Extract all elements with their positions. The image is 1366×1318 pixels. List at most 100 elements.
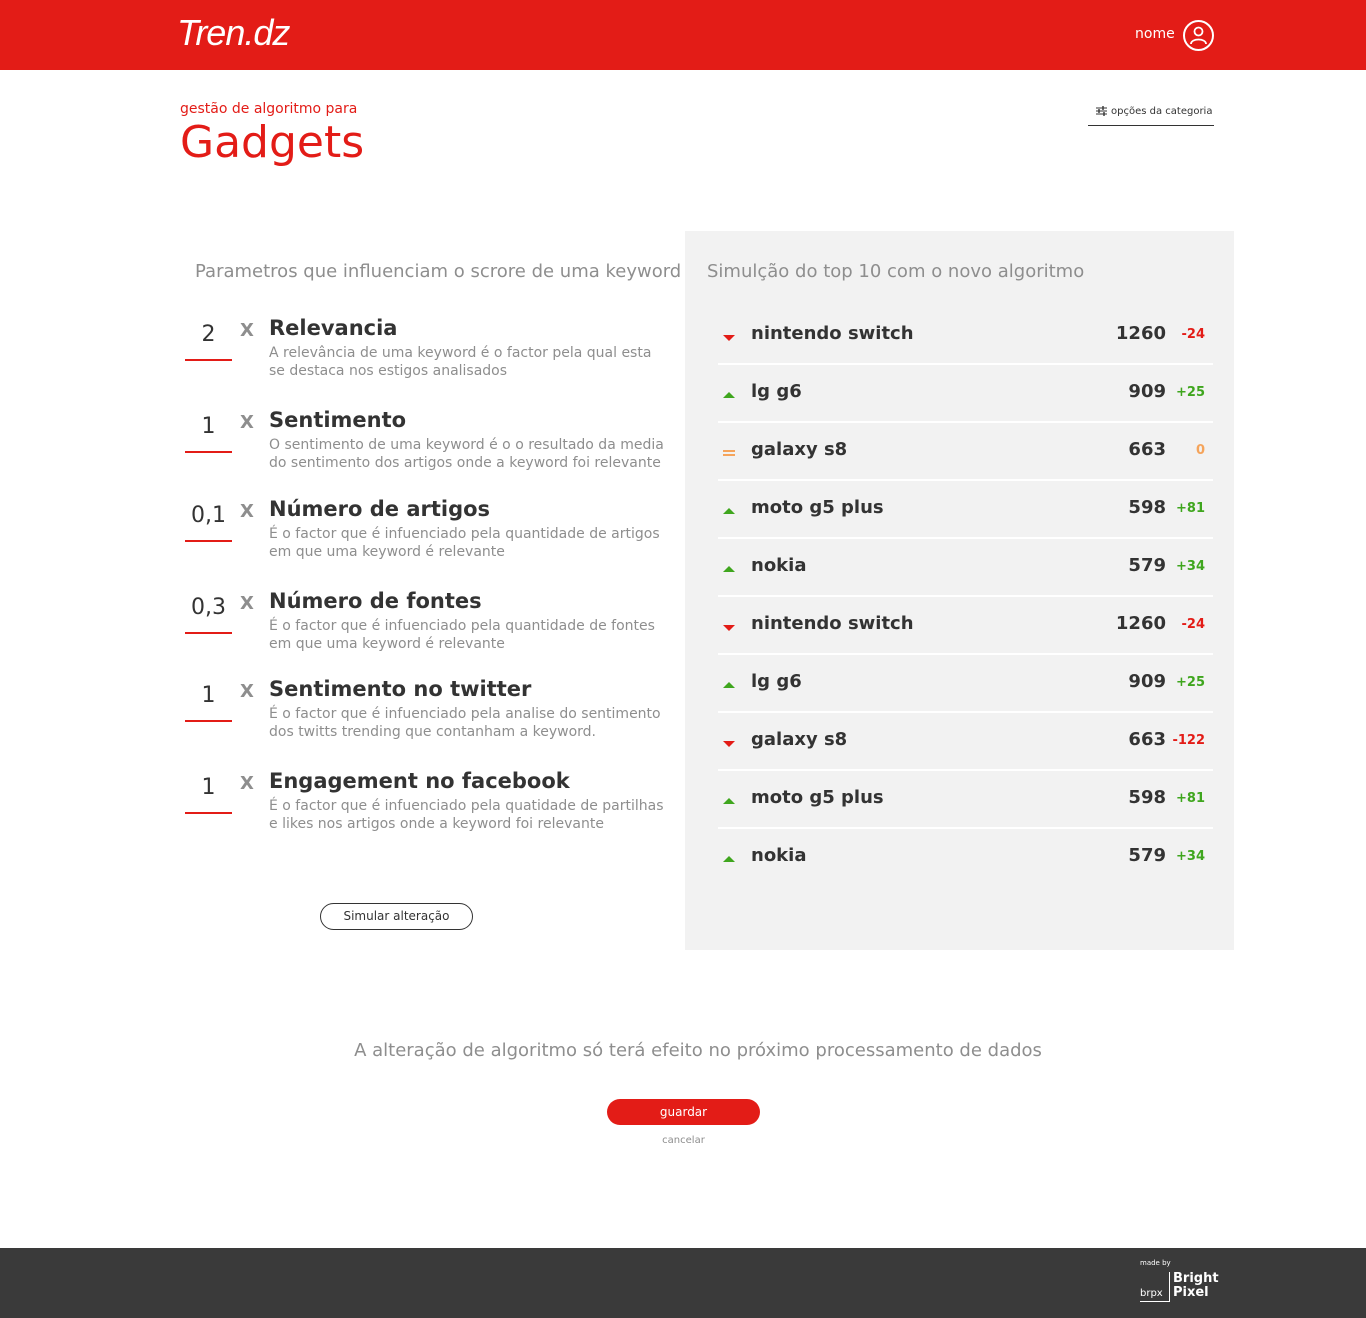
param-description: É o factor que é infuenciado pela analis… xyxy=(269,706,661,740)
keyword-label: moto g5 plus xyxy=(751,787,884,808)
save-button[interactable]: guardar xyxy=(607,1099,760,1125)
ranking-row[interactable]: moto g5 plus 598 +81 xyxy=(718,481,1213,539)
trend-equal-icon xyxy=(722,443,736,456)
user-name[interactable]: nome xyxy=(1135,26,1175,42)
made-by-label: made by xyxy=(1140,1259,1171,1267)
keyword-score: 579 xyxy=(1128,845,1166,866)
keyword-score: 579 xyxy=(1128,555,1166,576)
input-underline xyxy=(185,812,232,814)
multiply-icon: X xyxy=(240,412,254,433)
param-description: É o factor que é infuenciado pela quatid… xyxy=(269,798,664,832)
score-delta: +81 xyxy=(1176,501,1205,516)
ranking-row[interactable]: moto g5 plus 598 +81 xyxy=(718,771,1213,829)
simulation-panel: Simulção do top 10 com o novo algoritmo … xyxy=(685,231,1234,950)
user-avatar-icon[interactable] xyxy=(1183,20,1214,51)
keyword-label: lg g6 xyxy=(751,671,802,692)
parameters-heading: Parametros que influenciam o scrore de u… xyxy=(195,261,682,282)
keyword-score: 663 xyxy=(1128,729,1166,750)
param-sentimento-twitter: 1 X Sentimento no twitter É o factor que… xyxy=(180,677,670,747)
score-delta: +25 xyxy=(1176,675,1205,690)
keyword-label: galaxy s8 xyxy=(751,729,848,750)
input-underline xyxy=(185,451,232,453)
keyword-score: 909 xyxy=(1128,671,1166,692)
score-delta: -24 xyxy=(1181,617,1206,632)
trend-up-icon xyxy=(722,385,736,398)
input-underline xyxy=(185,540,232,542)
trend-up-icon xyxy=(722,559,736,572)
param-title: Sentimento xyxy=(269,408,407,432)
ranking-row[interactable]: galaxy s8 663 -122 xyxy=(718,713,1213,771)
score-delta: 0 xyxy=(1195,443,1205,458)
param-description: É o factor que é infuenciado pela quanti… xyxy=(269,526,660,560)
param-numero-fontes: 0,3 X Número de fontes É o factor que é … xyxy=(180,589,670,659)
ranking-row[interactable]: nokia 579 +34 xyxy=(718,829,1213,887)
trend-up-icon xyxy=(722,791,736,804)
keyword-score: 1260 xyxy=(1115,613,1166,634)
ranking-row[interactable]: nintendo switch 1260 -24 xyxy=(718,597,1213,655)
app-logo[interactable]: Tren.dz xyxy=(177,12,290,54)
score-delta: +81 xyxy=(1176,791,1205,806)
param-description: O sentimento de uma keyword é o o result… xyxy=(269,437,664,471)
brand-name: Bright Pixel xyxy=(1173,1272,1219,1300)
sliders-icon xyxy=(1096,106,1107,119)
param-title: Número de fontes xyxy=(269,589,482,613)
ranking-row[interactable]: lg g6 909 +25 xyxy=(718,365,1213,423)
trend-down-icon xyxy=(722,327,736,341)
input-underline xyxy=(185,632,232,634)
multiply-icon: X xyxy=(240,320,254,341)
keyword-score: 909 xyxy=(1128,381,1166,402)
score-delta: -122 xyxy=(1172,733,1205,748)
ranking-row[interactable]: nintendo switch 1260 -24 xyxy=(718,307,1213,365)
score-delta: +34 xyxy=(1176,559,1205,574)
keyword-label: nintendo switch xyxy=(751,613,914,634)
param-numero-artigos: 0,1 X Número de artigos É o factor que é… xyxy=(180,497,670,567)
keyword-score: 1260 xyxy=(1115,323,1166,344)
input-underline xyxy=(185,720,232,722)
category-options-link[interactable]: opções da categoria xyxy=(1088,106,1214,126)
brand-short: brpx xyxy=(1140,1288,1163,1299)
ranking-row[interactable]: lg g6 909 +25 xyxy=(718,655,1213,713)
simulate-button[interactable]: Simular alteração xyxy=(320,903,473,930)
keyword-score: 598 xyxy=(1128,787,1166,808)
page-subtitle: gestão de algoritmo para xyxy=(180,101,358,117)
param-weight-input[interactable]: 0,3 xyxy=(185,595,232,620)
keyword-label: moto g5 plus xyxy=(751,497,884,518)
keyword-label: nokia xyxy=(751,555,807,576)
ranking-row[interactable]: nokia 579 +34 xyxy=(718,539,1213,597)
cancel-link[interactable]: cancelar xyxy=(607,1135,760,1146)
ranking-row[interactable]: galaxy s8 663 0 xyxy=(718,423,1213,481)
score-delta: +25 xyxy=(1176,385,1205,400)
param-weight-input[interactable]: 1 xyxy=(185,414,232,439)
score-delta: -24 xyxy=(1181,327,1206,342)
simulation-heading: Simulção do top 10 com o novo algoritmo xyxy=(707,261,1085,282)
category-options-label: opções da categoria xyxy=(1111,106,1213,117)
brand-line-2: Pixel xyxy=(1173,1285,1209,1300)
footer: made by brpx Bright Pixel xyxy=(0,1248,1366,1318)
param-weight-input[interactable]: 0,1 xyxy=(185,503,232,528)
brightpixel-logo[interactable]: brpx xyxy=(1140,1272,1170,1302)
param-weight-input[interactable]: 1 xyxy=(185,683,232,708)
multiply-icon: X xyxy=(240,593,254,614)
param-engagement-facebook: 1 X Engagement no facebook É o factor qu… xyxy=(180,769,670,839)
param-weight-input[interactable]: 2 xyxy=(185,322,232,347)
keyword-score: 598 xyxy=(1128,497,1166,518)
param-weight-input[interactable]: 1 xyxy=(185,775,232,800)
param-title: Sentimento no twitter xyxy=(269,677,532,701)
keyword-label: nokia xyxy=(751,845,807,866)
param-description: É o factor que é infuenciado pela quanti… xyxy=(269,618,655,652)
trend-down-icon xyxy=(722,617,736,631)
param-sentimento: 1 X Sentimento O sentimento de uma keywo… xyxy=(180,408,670,478)
multiply-icon: X xyxy=(240,681,254,702)
multiply-icon: X xyxy=(240,773,254,794)
trend-up-icon xyxy=(722,675,736,688)
keyword-score: 663 xyxy=(1128,439,1166,460)
multiply-icon: X xyxy=(240,501,254,522)
processing-notice: A alteração de algoritmo só terá efeito … xyxy=(354,1040,1042,1061)
page-title: Gadgets xyxy=(180,117,365,168)
brand-line-1: Bright xyxy=(1173,1271,1219,1286)
param-relevancia: 2 X Relevancia A relevância de uma keywo… xyxy=(180,316,670,386)
keyword-label: galaxy s8 xyxy=(751,439,848,460)
keyword-label: lg g6 xyxy=(751,381,802,402)
trend-down-icon xyxy=(722,733,736,747)
keyword-label: nintendo switch xyxy=(751,323,914,344)
